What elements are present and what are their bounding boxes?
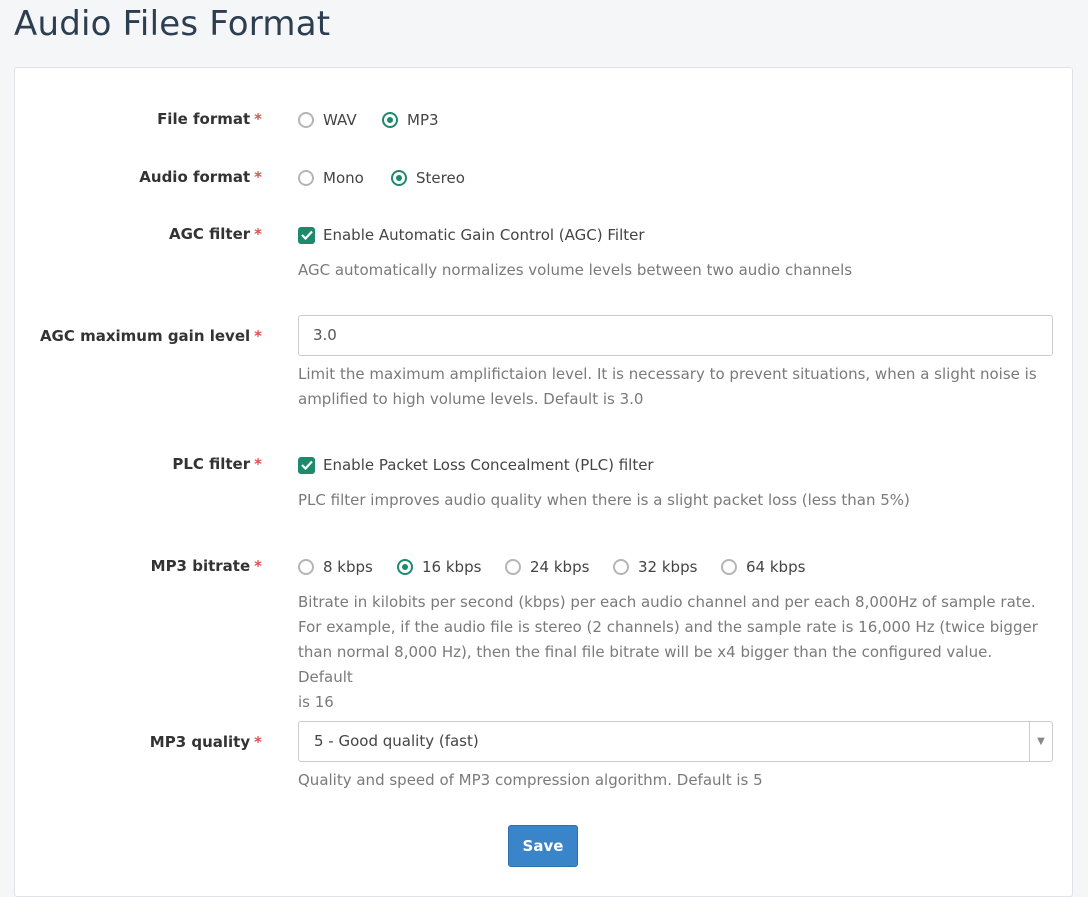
radio-selected-icon[interactable] <box>391 170 407 186</box>
radio-icon[interactable] <box>298 112 314 128</box>
radio-icon[interactable] <box>505 559 521 575</box>
plc-filter-help: PLC filter improves audio quality when t… <box>298 491 910 509</box>
radio-audio-format-stereo[interactable]: Stereo <box>391 169 465 187</box>
mp3-quality-label: MP3 quality * <box>149 733 262 751</box>
radio-bitrate-64[interactable]: 64 kbps <box>721 558 805 576</box>
agc-gain-input[interactable]: 3.0 <box>298 315 1053 356</box>
radio-selected-icon[interactable] <box>397 559 413 575</box>
plc-filter-label: PLC filter * <box>172 455 262 473</box>
radio-icon[interactable] <box>721 559 737 575</box>
radio-icon[interactable] <box>613 559 629 575</box>
required-mark: * <box>254 225 262 243</box>
radio-bitrate-32[interactable]: 32 kbps <box>613 558 697 576</box>
checkbox-checked-icon[interactable] <box>298 456 315 474</box>
plc-filter-checkbox[interactable]: Enable Packet Loss Concealment (PLC) fil… <box>298 456 654 474</box>
radio-icon[interactable] <box>298 559 314 575</box>
agc-gain-help: Limit the maximum amplifictaion level. I… <box>298 365 1037 408</box>
dropdown-arrow-icon[interactable]: ▼ <box>1029 722 1052 761</box>
radio-file-format-mp3[interactable]: MP3 <box>382 111 439 129</box>
radio-icon[interactable] <box>298 170 314 186</box>
radio-audio-format-mono[interactable]: Mono <box>298 169 364 187</box>
save-button[interactable]: Save <box>508 825 578 867</box>
required-mark: * <box>254 327 262 345</box>
agc-filter-help: AGC automatically normalizes volume leve… <box>298 261 853 279</box>
radio-file-format-wav[interactable]: WAV <box>298 111 357 129</box>
required-mark: * <box>254 168 262 186</box>
required-mark: * <box>254 557 262 575</box>
page-title: Audio Files Format <box>14 4 331 44</box>
mp3-bitrate-label: MP3 bitrate * <box>150 557 262 575</box>
radio-bitrate-24[interactable]: 24 kbps <box>505 558 589 576</box>
checkbox-checked-icon[interactable] <box>298 226 315 244</box>
radio-bitrate-8[interactable]: 8 kbps <box>298 558 373 576</box>
radio-bitrate-16[interactable]: 16 kbps <box>397 558 481 576</box>
required-mark: * <box>254 733 262 751</box>
agc-filter-checkbox[interactable]: Enable Automatic Gain Control (AGC) Filt… <box>298 226 645 244</box>
mp3-bitrate-help: Bitrate in kilobits per second (kbps) pe… <box>298 593 1038 711</box>
mp3-quality-help: Quality and speed of MP3 compression alg… <box>298 771 763 789</box>
agc-filter-label: AGC filter * <box>168 225 262 243</box>
mp3-quality-selected-value: 5 - Good quality (fast) <box>314 732 479 750</box>
required-mark: * <box>254 110 262 128</box>
radio-selected-icon[interactable] <box>382 112 398 128</box>
agc-gain-label: AGC maximum gain level * <box>39 327 262 345</box>
mp3-quality-select[interactable]: 5 - Good quality (fast) ▼ <box>298 721 1053 762</box>
required-mark: * <box>254 455 262 473</box>
audio-format-label: Audio format * <box>139 168 262 186</box>
file-format-label: File format * <box>157 110 262 128</box>
